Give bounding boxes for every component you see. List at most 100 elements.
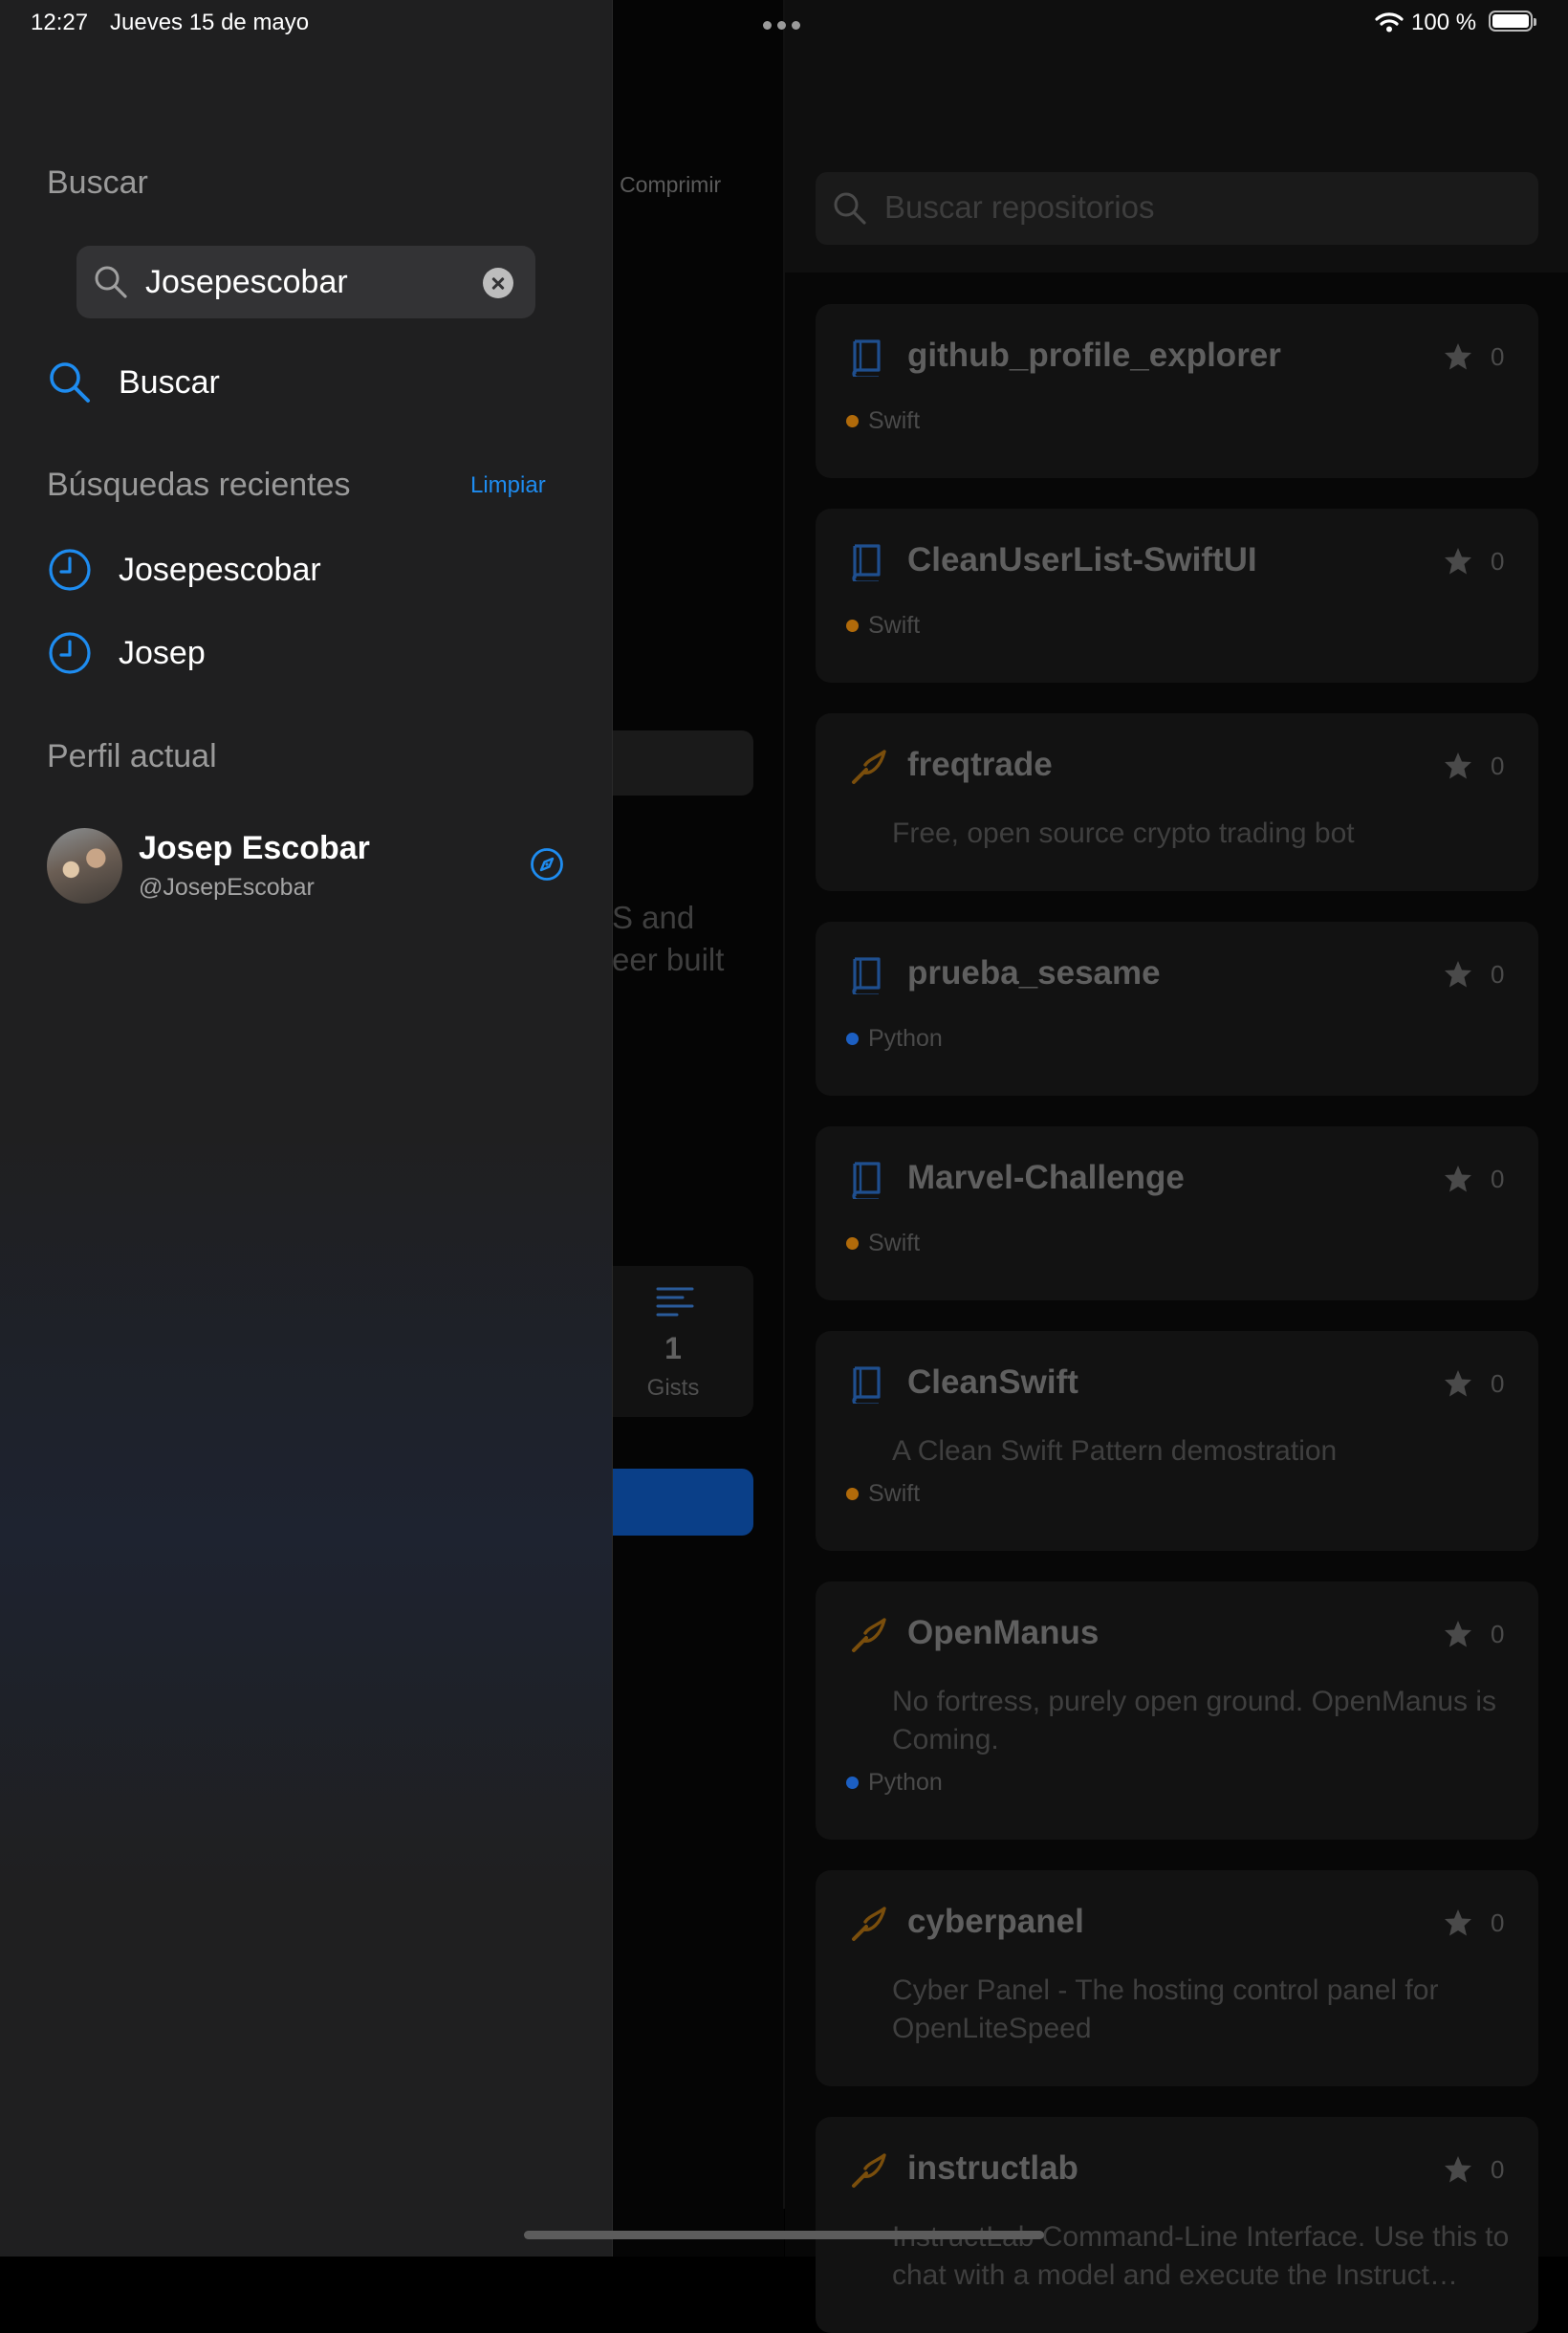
gists-icon	[656, 1285, 694, 1322]
star-icon	[1444, 2155, 1472, 2189]
star-count: 0	[1491, 752, 1505, 780]
repo-card[interactable]: OpenManus 0 No fortress, purely open groun…	[816, 1581, 1538, 1840]
language-dot	[846, 1488, 859, 1500]
repo-card[interactable]: instructlab 0 InstructLab Command-Line Int…	[816, 2117, 1538, 2333]
star-count: 0	[1491, 1369, 1505, 1398]
language-dot	[846, 415, 859, 427]
star-icon	[1444, 960, 1472, 993]
star-count: 0	[1491, 2155, 1505, 2184]
repo-name: cyberpanel	[907, 1903, 1084, 1940]
clear-search-icon[interactable]	[483, 268, 513, 298]
language-label: Swift	[868, 1480, 921, 1507]
repo-language: Swift	[846, 612, 920, 640]
language-label: Python	[868, 1025, 943, 1052]
profile-name: Josep Escobar	[139, 830, 370, 866]
detail-field	[593, 730, 753, 796]
clear-recent-button[interactable]: Limpiar	[470, 472, 546, 499]
repo-language: Swift	[846, 1230, 920, 1257]
star-count: 0	[1491, 1908, 1505, 1937]
star-icon	[1444, 1165, 1472, 1198]
star-count: 0	[1491, 1165, 1505, 1193]
star-icon	[1444, 1369, 1472, 1403]
star-count: 0	[1491, 547, 1505, 576]
repo-description: InstructLab Command-Line Interface. Use …	[892, 2221, 1510, 2291]
gists-count: 1	[664, 1331, 682, 1365]
fork-icon	[850, 1616, 888, 1659]
current-profile-row[interactable]: Josep Escobar @JosepEscobar	[47, 828, 565, 905]
search-sidebar: Buscar Buscar Búsquedas recientes Limpia…	[0, 0, 613, 2257]
fork-icon	[850, 1905, 888, 1948]
repo-name: freqtrade	[907, 746, 1053, 783]
status-time: 12:27	[31, 10, 89, 35]
fork-icon	[850, 748, 888, 791]
star-icon	[1444, 342, 1472, 376]
star-icon	[1444, 752, 1472, 785]
repo-card[interactable]: freqtrade 0 Free, open source crypto tradi…	[816, 713, 1538, 891]
language-dot	[846, 1777, 859, 1789]
language-label: Swift	[868, 407, 921, 434]
repo-card[interactable]: CleanUserList-SwiftUI 0 Swift	[816, 509, 1538, 683]
repo-card[interactable]: prueba_sesame 0 Python	[816, 922, 1538, 1096]
repo-name: prueba_sesame	[907, 954, 1161, 992]
repo-card[interactable]: cyberpanel 0 Cyber Panel - The hosting con…	[816, 1870, 1538, 2086]
repo-language: Python	[846, 1025, 943, 1053]
profile-detail-column	[612, 0, 784, 2257]
repo-description: A Clean Swift Pattern demostration	[892, 1435, 1338, 1467]
repo-name: github_profile_explorer	[907, 337, 1281, 374]
search-icon	[47, 360, 93, 405]
repo-name: instructlab	[907, 2149, 1078, 2187]
repo-language: Swift	[846, 407, 920, 435]
repo-book-icon	[850, 543, 882, 586]
clock-icon	[47, 630, 93, 676]
repo-name: Marvel-Challenge	[907, 1159, 1185, 1196]
bio-line-2: eer built	[612, 942, 725, 977]
profile-handle: @JosepEscobar	[139, 874, 315, 901]
multitasking-dots-icon[interactable]	[763, 17, 806, 34]
status-bar: 12:27 Jueves 15 de mayo 100 %	[0, 0, 1568, 46]
gists-stat[interactable]: 1 Gists	[593, 1266, 753, 1417]
repo-description: Cyber Panel - The hosting control panel …	[892, 1974, 1439, 2044]
repo-search-field[interactable]: Buscar repositorios	[816, 172, 1538, 245]
home-indicator[interactable]	[524, 2231, 1044, 2239]
language-dot	[846, 1033, 859, 1045]
compass-icon[interactable]	[530, 847, 564, 886]
battery-percentage: 100 %	[1411, 10, 1477, 35]
recent-search-label: Josepescobar	[119, 551, 321, 588]
language-dot	[846, 1237, 859, 1250]
battery-icon	[1489, 11, 1536, 32]
search-icon	[833, 191, 867, 230]
collapse-label: Comprimir	[620, 172, 722, 197]
repo-language: Python	[846, 1769, 943, 1797]
bio-text: S and eer built	[612, 897, 724, 981]
star-count: 0	[1491, 342, 1505, 371]
language-label: Python	[868, 1769, 943, 1796]
repo-book-icon	[850, 1161, 882, 1204]
repo-description: Free, open source crypto trading bot	[892, 818, 1355, 849]
search-action-row[interactable]: Buscar	[47, 354, 220, 411]
collapse-button[interactable]: ‹ Comprimir	[606, 172, 721, 198]
avatar	[47, 828, 122, 904]
repo-card[interactable]: github_profile_explorer 0 Swift	[816, 304, 1538, 478]
star-icon	[1444, 1908, 1472, 1942]
recent-search-label: Josep	[119, 634, 206, 671]
search-icon	[94, 265, 128, 304]
recent-search-item[interactable]: Josep	[47, 624, 206, 682]
search-field[interactable]	[76, 246, 535, 318]
gists-label: Gists	[646, 1375, 700, 1401]
repo-description: No fortress, purely open ground. OpenMan…	[892, 1686, 1497, 1755]
status-date: Jueves 15 de mayo	[110, 10, 310, 35]
language-dot	[846, 620, 859, 632]
bio-line-1: S and	[612, 900, 695, 935]
primary-action-button[interactable]	[593, 1469, 753, 1536]
search-input[interactable]	[145, 246, 470, 318]
repo-card[interactable]: Marvel-Challenge 0 Swift	[816, 1126, 1538, 1300]
wifi-icon	[1375, 11, 1404, 37]
fork-icon	[850, 2151, 888, 2194]
star-count: 0	[1491, 960, 1505, 989]
search-section-title: Buscar	[47, 164, 148, 201]
repo-book-icon	[850, 956, 882, 999]
repo-name: OpenManus	[907, 1614, 1100, 1651]
recent-search-item[interactable]: Josepescobar	[47, 541, 321, 599]
repo-card[interactable]: CleanSwift 0 A Clean Swift Pattern demostr…	[816, 1331, 1538, 1551]
language-label: Swift	[868, 1230, 921, 1256]
